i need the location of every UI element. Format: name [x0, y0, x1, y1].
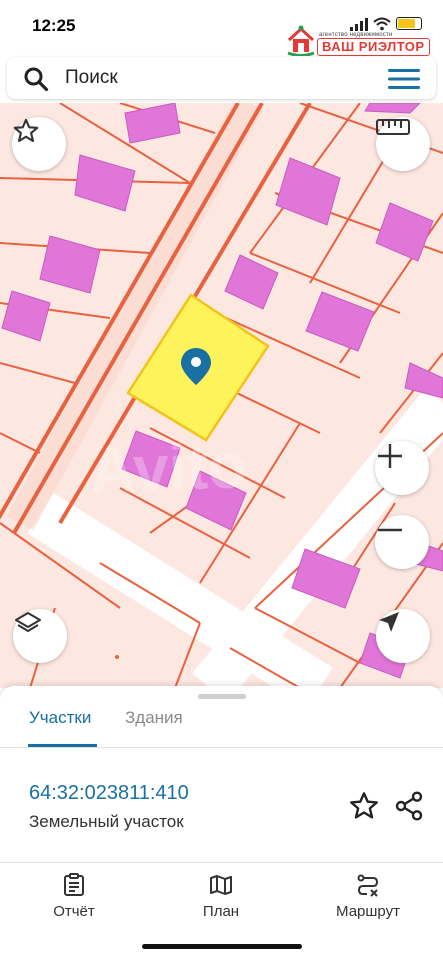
status-time: 12:25	[32, 16, 76, 35]
agency-logo: агентство недвижимости ВАШ РИЭЛТОР	[286, 24, 436, 60]
zoom-in-button[interactable]	[375, 441, 429, 495]
nav-route[interactable]: Маршрут	[318, 873, 418, 920]
search-icon[interactable]	[23, 66, 49, 92]
house-logo-icon	[287, 25, 315, 56]
nav-report[interactable]: Отчёт	[24, 873, 124, 920]
layers-button[interactable]	[13, 609, 67, 663]
cadastral-map[interactable]: Avito	[0, 103, 443, 688]
route-icon	[357, 874, 379, 897]
zoom-in-icon	[378, 444, 402, 468]
hamburger-menu-icon[interactable]	[388, 67, 420, 91]
zoom-out-icon	[378, 528, 402, 532]
ruler-icon	[376, 119, 410, 135]
map-plan-icon	[210, 875, 232, 895]
report-icon	[64, 873, 84, 896]
my-location-button[interactable]	[376, 609, 430, 663]
tabs-divider	[0, 747, 443, 748]
nav-plan-label: План	[202, 903, 240, 920]
search-bar	[7, 57, 436, 99]
watermark-logo: Avito	[88, 429, 248, 506]
nav-route-label: Маршрут	[336, 903, 400, 920]
sheet-tabs: Участки Здания	[0, 704, 443, 747]
logo-brand-text: ВАШ РИЭЛТОР	[317, 38, 430, 56]
search-input[interactable]	[65, 65, 365, 91]
nav-report-label: Отчёт	[53, 903, 95, 920]
share-icon[interactable]	[393, 790, 425, 822]
star-outline-icon	[13, 118, 39, 142]
nav-plan[interactable]: План	[171, 873, 271, 920]
map-canvas[interactable]: Avito	[0, 103, 443, 688]
sheet-drag-handle[interactable]	[198, 694, 246, 699]
favorite-map-button[interactable]	[12, 117, 66, 171]
zoom-out-button[interactable]	[375, 515, 429, 569]
parcel-type-label: Земельный участок	[29, 812, 184, 831]
tab-parcels[interactable]: Участки	[29, 708, 91, 728]
parcel-info-sheet: Участки Здания 64:32:023811:410 Земельны…	[0, 686, 443, 960]
locate-arrow-icon	[379, 612, 399, 632]
tab-buildings[interactable]: Здания	[125, 708, 183, 728]
star-outline-icon[interactable]	[348, 790, 380, 822]
home-indicator[interactable]	[142, 944, 302, 949]
parcel-cadastral-number[interactable]: 64:32:023811:410	[29, 782, 189, 805]
layers-icon	[15, 612, 41, 632]
ruler-button[interactable]	[376, 117, 430, 171]
